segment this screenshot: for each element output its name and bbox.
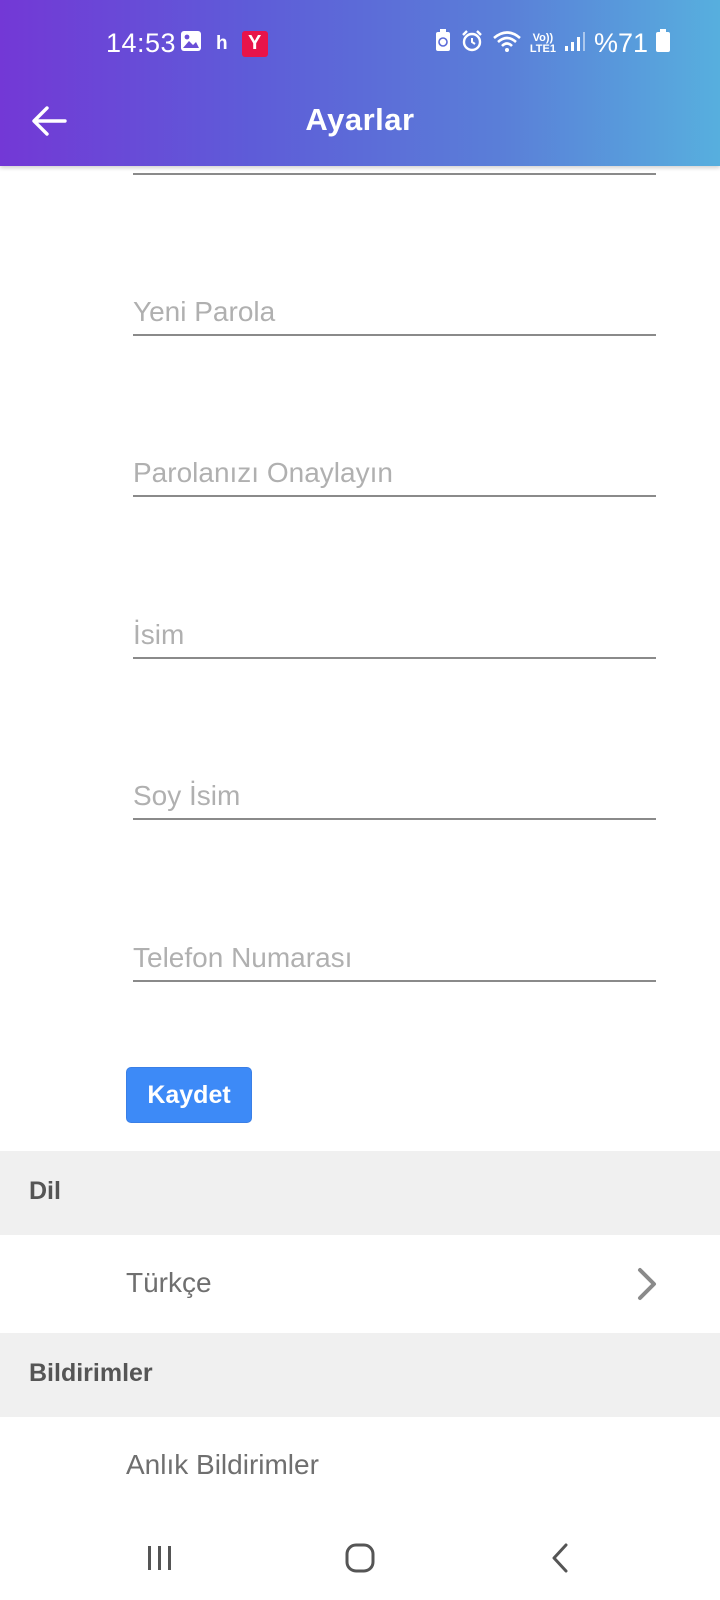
push-notifications-label: Anlık Bildirimler xyxy=(126,1449,319,1480)
wifi-icon xyxy=(492,29,522,58)
save-button[interactable]: Kaydet xyxy=(126,1067,252,1123)
system-status-icons: Vo)) LTE1 %71 xyxy=(434,28,670,59)
system-navigation-bar xyxy=(0,1520,720,1600)
h-notification-icon: h xyxy=(216,32,228,54)
status-bar: 14:53 h Y Vo)) LTE1 %71 xyxy=(0,0,720,88)
battery-saver-icon xyxy=(434,29,452,58)
selected-language-label: Türkçe xyxy=(126,1267,212,1298)
new-password-input[interactable] xyxy=(133,296,656,328)
gallery-icon xyxy=(180,30,202,57)
system-back-button[interactable] xyxy=(530,1540,590,1580)
signal-icon xyxy=(564,30,586,57)
last-name-input[interactable] xyxy=(133,780,656,812)
new-password-field[interactable] xyxy=(133,288,656,336)
y-app-icon: Y xyxy=(241,30,268,57)
phone-number-field[interactable] xyxy=(133,934,656,982)
notification-icons: h Y xyxy=(180,30,268,57)
notifications-section-header: Bildirimler xyxy=(0,1333,720,1417)
volte-label: Vo)) xyxy=(532,31,554,44)
language-selector-row[interactable]: Türkçe xyxy=(0,1235,720,1333)
home-button[interactable] xyxy=(330,1540,390,1580)
lte-label: LTE1 xyxy=(529,42,556,55)
battery-percent: %71 xyxy=(593,28,648,58)
push-notifications-row[interactable]: Anlık Bildirimler xyxy=(0,1417,720,1515)
notifications-section-title: Bildirimler xyxy=(29,1359,153,1387)
chevron-right-icon xyxy=(636,1267,658,1306)
volte-indicator: Vo)) LTE1 xyxy=(529,31,556,55)
alarm-icon xyxy=(460,29,484,58)
last-name-field[interactable] xyxy=(133,772,656,820)
first-name-input[interactable] xyxy=(133,619,656,651)
page-title: Ayarlar xyxy=(305,102,415,137)
confirm-password-field[interactable] xyxy=(133,449,656,497)
confirm-password-input[interactable] xyxy=(133,457,656,489)
recents-button[interactable] xyxy=(130,1540,190,1580)
phone-number-input[interactable] xyxy=(133,942,656,974)
language-section-header: Dil xyxy=(0,1151,720,1235)
back-chevron-icon xyxy=(549,1542,571,1579)
first-name-field[interactable] xyxy=(133,611,656,659)
recents-icon xyxy=(145,1543,175,1578)
home-icon xyxy=(344,1542,376,1579)
status-time: 14:53 xyxy=(106,28,177,58)
language-section-title: Dil xyxy=(29,1177,61,1205)
battery-icon xyxy=(656,29,670,58)
app-header: 14:53 h Y Vo)) LTE1 %71 Ayarlar xyxy=(0,0,720,166)
app-bar: Ayarlar xyxy=(0,88,720,166)
